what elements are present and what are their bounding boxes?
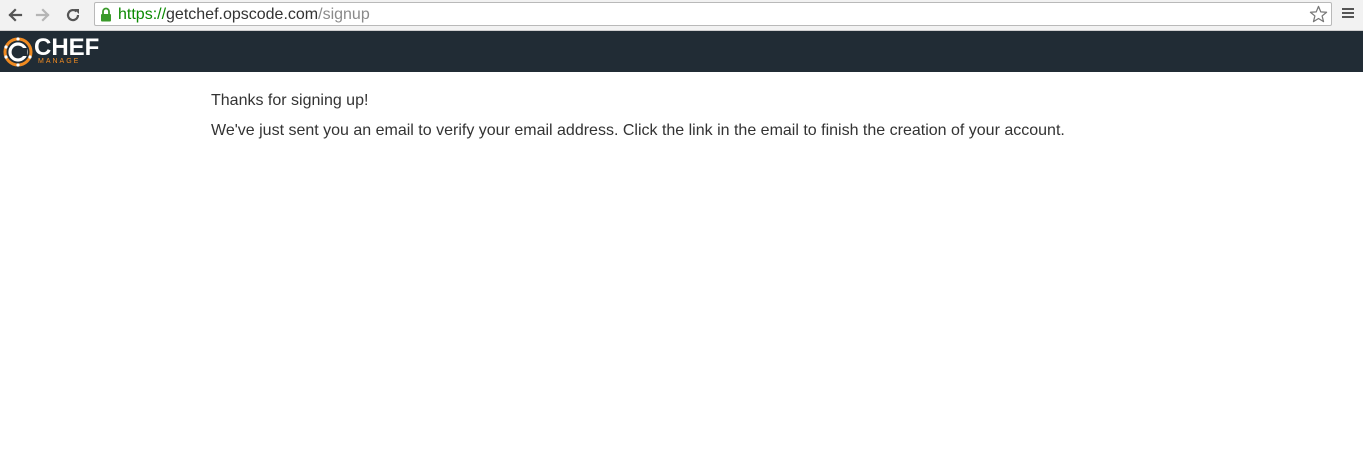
url-host: getchef.opscode.com bbox=[166, 6, 319, 23]
hamburger-menu-icon[interactable] bbox=[1340, 6, 1356, 24]
back-arrow-icon bbox=[8, 8, 23, 22]
url-text: https://getchef.opscode.com/signup bbox=[118, 6, 370, 24]
lock-icon bbox=[101, 7, 111, 22]
url-scheme: https:// bbox=[118, 6, 167, 23]
url-path: /signup bbox=[318, 6, 370, 23]
reload-icon bbox=[66, 8, 80, 22]
back-button[interactable] bbox=[4, 4, 26, 26]
browser-toolbar: https://getchef.opscode.com/signup bbox=[0, 0, 1363, 31]
thanks-heading: Thanks for signing up! bbox=[211, 92, 369, 109]
address-bar[interactable]: https://getchef.opscode.com/signup bbox=[94, 2, 1332, 26]
verification-message: We've just sent you an email to verify y… bbox=[211, 122, 1065, 139]
main-content: Thanks for signing up! We've just sent y… bbox=[211, 90, 1311, 142]
forward-button[interactable] bbox=[32, 4, 54, 26]
chef-logo-icon bbox=[3, 37, 33, 67]
app-header: CHEF MANAGE bbox=[0, 31, 1363, 72]
forward-arrow-icon bbox=[35, 8, 50, 22]
chef-manage-logo[interactable]: CHEF MANAGE bbox=[2, 34, 112, 69]
reload-button[interactable] bbox=[62, 4, 84, 26]
star-icon[interactable] bbox=[1309, 5, 1328, 24]
logo-subtitle: MANAGE bbox=[38, 58, 81, 65]
